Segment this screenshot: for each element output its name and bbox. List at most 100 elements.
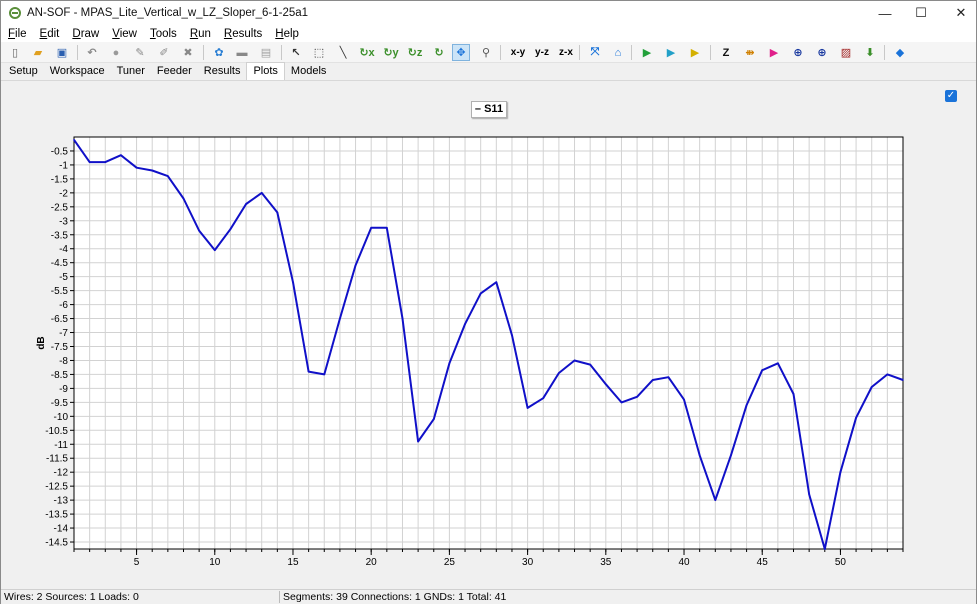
close-button[interactable]: ✕ <box>938 1 977 25</box>
new-file-icon[interactable]: ▯ <box>6 44 24 61</box>
view-yz-button[interactable]: y-z <box>531 44 553 61</box>
y-tick-label: -13 <box>54 496 69 507</box>
data-point <box>683 398 685 401</box>
tab-tuner[interactable]: Tuner <box>111 64 151 80</box>
run-icon[interactable]: ▶ <box>638 44 656 61</box>
data-point <box>777 362 779 365</box>
tab-workspace[interactable]: Workspace <box>44 64 111 80</box>
download-icon[interactable]: ⬇ <box>861 44 879 61</box>
save-icon[interactable]: ▣ <box>53 44 71 61</box>
tab-feeder[interactable]: Feeder <box>151 64 198 80</box>
settings-icon[interactable]: ✿ <box>210 44 228 61</box>
rotate-3d-icon[interactable]: ↻ <box>430 44 448 61</box>
view-zx-button[interactable]: z-x <box>555 44 577 61</box>
delete-icon[interactable]: ✖ <box>179 44 197 61</box>
tab-models[interactable]: Models <box>285 64 332 80</box>
notes-icon[interactable]: ▤ <box>257 44 275 61</box>
data-point <box>339 317 341 320</box>
status-bar: Wires: 2 Sources: 1 Loads: 0 Segments: 3… <box>1 589 976 604</box>
tab-plots[interactable]: Plots <box>246 62 285 80</box>
data-point <box>495 281 498 284</box>
run-sweep-icon[interactable]: ▶ <box>686 44 704 61</box>
fit-icon[interactable]: ⤧ <box>586 44 604 61</box>
legend-s11[interactable]: – S11 <box>471 101 507 118</box>
rotate-x-icon[interactable]: ↻x <box>358 44 376 61</box>
menu-item-7[interactable]: Help <box>268 28 305 40</box>
pattern-icon[interactable]: ⊕ <box>789 44 807 61</box>
menu-item-0[interactable]: File <box>1 28 33 40</box>
home-icon[interactable]: ⌂ <box>609 44 627 61</box>
data-point <box>354 264 357 267</box>
chart-icon[interactable]: ▨ <box>837 44 855 61</box>
view-xy-button[interactable]: x-y <box>507 44 529 61</box>
menu-item-4[interactable]: Tools <box>143 28 183 40</box>
open-folder-icon[interactable]: ▰ <box>29 44 47 61</box>
book-icon[interactable]: ◆ <box>891 44 909 61</box>
pattern-2d-icon[interactable]: ⊕ <box>813 44 831 61</box>
status-segment-counts: Segments: 39 Connections: 1 GNDs: 1 Tota… <box>283 591 507 603</box>
impedance-icon[interactable]: Z <box>717 44 735 61</box>
y-tick-label: -11 <box>54 440 68 451</box>
data-point <box>526 407 529 409</box>
data-point <box>323 373 326 376</box>
pencil-icon[interactable]: ✎ <box>131 44 149 61</box>
data-point <box>88 161 91 163</box>
y-tick-label: -6.5 <box>51 314 69 325</box>
select-rect-icon[interactable]: ⬚ <box>310 44 328 61</box>
data-point <box>432 418 435 420</box>
data-point <box>464 323 466 325</box>
menu-bar: File Edit Draw View Tools Run Results Help <box>1 25 976 42</box>
data-point <box>213 249 216 251</box>
comment-icon[interactable]: ▬ <box>233 44 251 61</box>
y-tick-label: -3.5 <box>51 230 69 241</box>
current-icon[interactable]: ⇻ <box>741 44 759 61</box>
color-map-icon[interactable]: ▶ <box>765 44 783 61</box>
menu-item-3[interactable]: View <box>105 28 143 40</box>
plot-background <box>74 137 903 549</box>
data-point <box>151 169 154 172</box>
data-point <box>605 383 607 386</box>
y-tick-label: -5.5 <box>51 286 69 297</box>
y-tick-label: -1 <box>59 160 68 171</box>
data-point <box>511 334 513 337</box>
y-tick-label: -12.5 <box>45 482 68 493</box>
data-point <box>620 401 623 404</box>
data-point <box>761 369 764 372</box>
data-point <box>307 370 310 373</box>
data-point <box>229 228 232 230</box>
plot-options-checkbox[interactable]: ✓ <box>945 90 957 102</box>
y-tick-label: -10.5 <box>45 426 68 437</box>
data-point <box>245 203 247 205</box>
menu-item-5[interactable]: Run <box>183 28 217 40</box>
undo-icon[interactable]: ↶ <box>83 44 101 61</box>
menu-item-6[interactable]: Results <box>217 28 268 40</box>
line-icon[interactable]: ╲ <box>334 44 352 61</box>
stop-icon[interactable]: ● <box>107 44 125 61</box>
edit-icon[interactable]: ✐ <box>155 44 173 61</box>
y-tick-label: -9 <box>59 384 68 395</box>
y-tick-label: -2.5 <box>51 202 69 213</box>
tab-results[interactable]: Results <box>198 64 247 80</box>
title-bar: AN-SOF - MPAS_Lite_Vertical_w_LZ_Sloper_… <box>1 1 976 25</box>
run-step-icon[interactable]: ▶ <box>662 44 680 61</box>
rotate-z-icon[interactable]: ↻z <box>406 44 424 61</box>
menu-item-2[interactable]: Draw <box>65 28 105 40</box>
zoom-icon[interactable]: ⚲ <box>477 44 495 61</box>
x-tick-label: 15 <box>287 557 299 568</box>
data-point <box>730 454 732 457</box>
data-point <box>401 317 404 320</box>
tab-setup[interactable]: Setup <box>3 64 44 80</box>
data-point <box>198 229 200 232</box>
data-point <box>448 362 451 365</box>
menu-item-1[interactable]: Edit <box>33 28 66 40</box>
y-tick-label: -8.5 <box>51 370 69 381</box>
x-tick-label: 40 <box>678 557 690 568</box>
rotate-y-icon[interactable]: ↻y <box>382 44 400 61</box>
pointer-icon[interactable]: ↖ <box>287 44 305 61</box>
y-tick-label: -12 <box>54 468 69 479</box>
data-point <box>573 359 576 362</box>
data-point <box>745 404 748 406</box>
y-tick-label: -4.5 <box>51 258 69 269</box>
pan-icon[interactable]: ✥ <box>452 44 470 61</box>
application-window: AN-SOF - MPAS_Lite_Vertical_w_LZ_Sloper_… <box>0 0 977 604</box>
